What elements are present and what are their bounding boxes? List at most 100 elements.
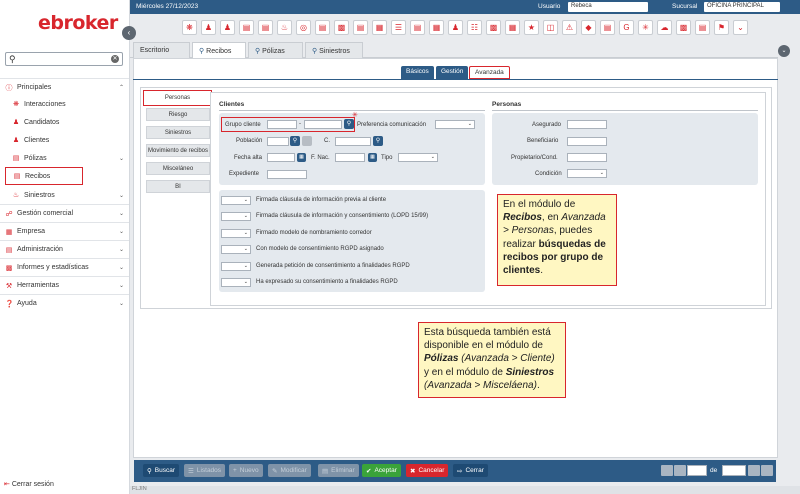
- tab-recibos[interactable]: ⚲ Recibos: [192, 42, 246, 58]
- usuario-field[interactable]: Rebeca: [568, 2, 648, 12]
- propietario-input[interactable]: [567, 153, 607, 162]
- tb-cloud-icon[interactable]: ☁: [657, 20, 672, 35]
- poblacion-clear-button[interactable]: [302, 136, 312, 146]
- buscar-button[interactable]: ⚲ Buscar: [143, 464, 179, 477]
- sidebar-item-ayuda[interactable]: ❓ Ayuda ⌄: [0, 294, 129, 312]
- poblacion-search-button[interactable]: ⚲: [290, 136, 300, 146]
- nuevo-button[interactable]: + Nuevo: [229, 464, 263, 477]
- tb-fire-icon[interactable]: ♨: [277, 20, 292, 35]
- tb-target-icon[interactable]: ◎: [296, 20, 311, 35]
- first-page-button[interactable]: [661, 465, 673, 476]
- fecha-alta-calendar-icon[interactable]: ▦: [297, 153, 306, 162]
- consent-select[interactable]: ⌄: [221, 277, 251, 287]
- sidebar-item-polizas[interactable]: ▤ Pólizas ⌄: [0, 149, 129, 167]
- grupo-cliente-search-button[interactable]: ⚲: [344, 119, 354, 129]
- subtab-basicos[interactable]: Básicos: [401, 66, 434, 79]
- sucursal-select[interactable]: OFICINA PRINCIPAL: [704, 2, 780, 12]
- left-tab-siniestros[interactable]: Siniestros: [146, 126, 210, 139]
- tb-clipboard2-icon[interactable]: ▤: [600, 20, 615, 35]
- prev-page-button[interactable]: [674, 465, 686, 476]
- tb-receipt-icon[interactable]: ▤: [258, 20, 273, 35]
- tb-bulb-icon[interactable]: ✳: [638, 20, 653, 35]
- sidebar-item-administracion[interactable]: ▤ Administración ⌄: [0, 240, 129, 258]
- asegurado-input[interactable]: [567, 120, 607, 129]
- tab-escritorio[interactable]: Escritorio: [133, 42, 190, 58]
- sidebar-item-interacciones[interactable]: ❋ Interacciones: [0, 95, 129, 113]
- tab-siniestros[interactable]: ⚲ Siniestros: [305, 42, 363, 58]
- tb-calendar-icon[interactable]: ▦: [429, 20, 444, 35]
- tb-shield-icon[interactable]: ◆: [581, 20, 596, 35]
- page-input[interactable]: [687, 465, 707, 476]
- modificar-button[interactable]: ✎ Modificar: [268, 464, 311, 477]
- tb-add-client-icon[interactable]: ♟: [220, 20, 235, 35]
- tb-interactions-icon[interactable]: ❋: [182, 20, 197, 35]
- tb-gift-icon[interactable]: ▩: [676, 20, 691, 35]
- eliminar-button[interactable]: ▤ Eliminar: [318, 464, 359, 477]
- tb-cash-icon[interactable]: ▤: [695, 20, 710, 35]
- tb-grid-icon[interactable]: ▦: [505, 20, 520, 35]
- beneficiario-input[interactable]: [567, 137, 607, 146]
- consent-select[interactable]: ⌄: [221, 228, 251, 238]
- logout-link[interactable]: ⇤ Cerrar sesión: [4, 480, 54, 488]
- grupo-cliente-name-input[interactable]: [304, 120, 342, 129]
- left-tab-riesgo[interactable]: Riesgo: [146, 108, 210, 121]
- tb-google-icon[interactable]: G: [619, 20, 634, 35]
- c-search-button[interactable]: ⚲: [373, 136, 383, 146]
- sidebar-item-candidatos[interactable]: ♟ Candidatos: [0, 113, 129, 131]
- back-button[interactable]: ‹: [122, 26, 136, 40]
- tb-alert-icon[interactable]: ⚠: [562, 20, 577, 35]
- tb-add-candidate-icon[interactable]: ♟: [201, 20, 216, 35]
- poblacion-input[interactable]: [267, 137, 289, 146]
- sidebar-item-empresa[interactable]: ▦ Empresa ⌄: [0, 222, 129, 240]
- fecha-alta-input[interactable]: [267, 153, 295, 162]
- left-tab-bi[interactable]: BI: [146, 180, 210, 193]
- tb-chart-icon[interactable]: ▩: [486, 20, 501, 35]
- tb-money-icon[interactable]: ★: [524, 20, 539, 35]
- subtab-avanzada[interactable]: Avanzada: [469, 66, 510, 79]
- tb-org-icon[interactable]: ☷: [467, 20, 482, 35]
- sidebar-item-siniestros[interactable]: ♨ Siniestros ⌄: [0, 186, 129, 204]
- expediente-input[interactable]: [267, 170, 307, 179]
- cancelar-button[interactable]: ✖ Cancelar: [406, 464, 449, 477]
- sidebar-item-recibos[interactable]: ▤ Recibos: [5, 167, 83, 185]
- f-nac-calendar-icon[interactable]: ▦: [368, 153, 377, 162]
- consent-select[interactable]: ⌄: [221, 211, 251, 221]
- sidebar-item-gestion-comercial[interactable]: ☍ Gestión comercial ⌄: [0, 204, 129, 222]
- left-tab-personas[interactable]: Personas: [143, 90, 212, 106]
- condicion-select[interactable]: ⌄: [567, 169, 607, 178]
- grupo-cliente-code-input[interactable]: [267, 120, 297, 129]
- listados-button[interactable]: ☰ Listados: [184, 464, 226, 477]
- subtab-gestion[interactable]: Gestión: [436, 66, 469, 79]
- tb-list-icon[interactable]: ☰: [391, 20, 406, 35]
- tb-pdf-icon[interactable]: ▤: [353, 20, 368, 35]
- consent-select[interactable]: ⌄: [221, 195, 251, 205]
- left-tab-miscelaneo[interactable]: Misceláneo: [146, 162, 210, 175]
- consent-select[interactable]: ⌄: [221, 244, 251, 254]
- sidebar-item-informes[interactable]: ▩ Informes y estadísticas ⌄: [0, 258, 129, 276]
- tb-map-icon[interactable]: ▦: [372, 20, 387, 35]
- tb-database-icon[interactable]: ◫: [543, 20, 558, 35]
- tb-clipboard-icon[interactable]: ▤: [315, 20, 330, 35]
- preferencia-select[interactable]: ⌄: [435, 120, 475, 129]
- ebroker-logo[interactable]: ebroker: [28, 10, 118, 36]
- tb-briefcase-icon[interactable]: ▩: [334, 20, 349, 35]
- tb-more-icon[interactable]: ⌄: [733, 20, 748, 35]
- tb-policy-icon[interactable]: ▤: [239, 20, 254, 35]
- sidebar-item-principales[interactable]: ⓘ Principales ⌃: [0, 78, 129, 96]
- aceptar-button[interactable]: ✔ Aceptar: [362, 464, 401, 477]
- cerrar-button[interactable]: ⇨ Cerrar: [453, 464, 488, 477]
- tb-report-icon[interactable]: ▤: [410, 20, 425, 35]
- next-page-button[interactable]: [748, 465, 760, 476]
- tb-users-icon[interactable]: ♟: [448, 20, 463, 35]
- sidebar-item-clientes[interactable]: ♟ Clientes: [0, 131, 129, 149]
- tab-polizas[interactable]: ⚲ Pólizas: [248, 42, 303, 58]
- collapse-toolbar-button[interactable]: ⌄: [778, 45, 790, 57]
- f-nac-input[interactable]: [335, 153, 365, 162]
- tipo-select[interactable]: ⌄: [398, 153, 438, 162]
- sidebar-search-input[interactable]: ⚲ ✕: [5, 52, 123, 66]
- consent-select[interactable]: ⌄: [221, 261, 251, 271]
- clear-icon[interactable]: ✕: [111, 55, 119, 63]
- last-page-button[interactable]: [761, 465, 773, 476]
- c-input[interactable]: [335, 137, 371, 146]
- tb-flag-icon[interactable]: ⚑: [714, 20, 729, 35]
